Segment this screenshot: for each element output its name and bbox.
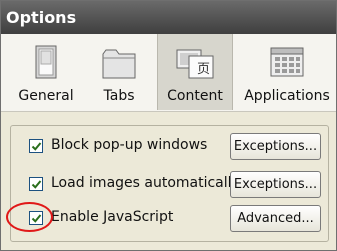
- options-window: Options General Tabs 页 Content Applicati…: [0, 0, 337, 251]
- checkmark-icon: [31, 142, 42, 151]
- tab-content-label: Content: [167, 88, 223, 104]
- tab-tabs[interactable]: Tabs: [87, 34, 151, 110]
- tab-applications-label: Applications: [244, 88, 330, 104]
- enable-javascript-label: Enable JavaScript: [51, 209, 174, 225]
- load-images-label: Load images automatically: [51, 175, 240, 191]
- tab-tabs-label: Tabs: [103, 88, 135, 104]
- block-popups-label: Block pop-up windows: [51, 137, 208, 153]
- block-popups-checkbox[interactable]: [29, 139, 43, 153]
- tab-content[interactable]: 页 Content: [157, 34, 233, 110]
- general-icon: [35, 45, 57, 79]
- content-icon: 页: [176, 49, 214, 79]
- load-images-checkbox[interactable]: [29, 177, 43, 191]
- options-toolbar: General Tabs 页 Content Applications: [1, 34, 336, 112]
- image-exceptions-button[interactable]: Exceptions...: [230, 171, 321, 198]
- row-block-popups: Block pop-up windows Exceptions...: [11, 133, 330, 161]
- annotation-highlight-circle: [6, 202, 53, 232]
- row-load-images: Load images automatically Exceptions...: [11, 171, 330, 199]
- row-enable-javascript: Enable JavaScript Advanced...: [11, 205, 330, 233]
- popup-exceptions-button[interactable]: Exceptions...: [230, 133, 321, 160]
- applications-icon: [270, 47, 304, 77]
- svg-text:页: 页: [197, 62, 210, 77]
- javascript-advanced-button[interactable]: Advanced...: [230, 205, 321, 232]
- tab-general[interactable]: General: [13, 34, 79, 110]
- checkmark-icon: [31, 180, 42, 189]
- content-panel: Block pop-up windows Exceptions... Load …: [10, 125, 329, 242]
- tab-general-label: General: [18, 88, 74, 104]
- tab-applications[interactable]: Applications: [239, 34, 335, 110]
- tabs-icon: [102, 49, 136, 79]
- window-title: Options: [1, 1, 336, 34]
